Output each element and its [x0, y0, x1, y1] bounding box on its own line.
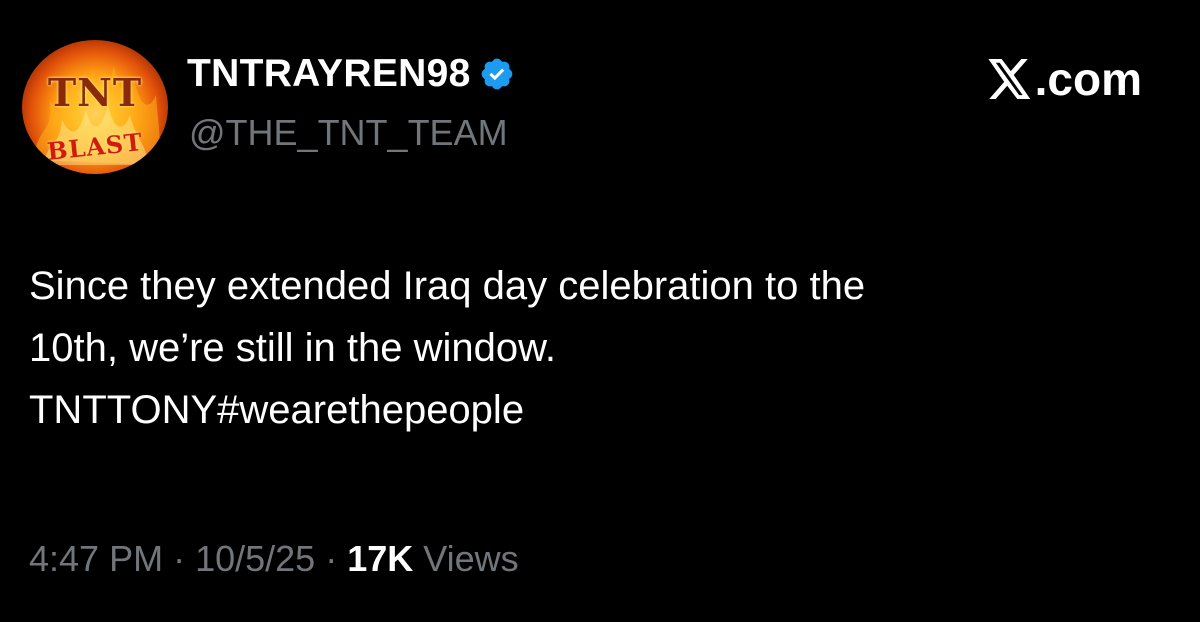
x-com-source[interactable]: .com — [988, 52, 1142, 106]
tweet-text-line: Since they extended Iraq day celebration… — [29, 264, 866, 308]
tweet-meta: 4:47 PM · 10/5/25 · 17K Views — [29, 538, 519, 580]
views-count[interactable]: 17K — [347, 538, 413, 579]
tweet-text: Since they extended Iraq day celebration… — [29, 255, 1169, 441]
avatar-top-text: TNT — [47, 70, 143, 115]
x-com-label: .com — [1034, 53, 1142, 105]
meta-separator: · — [163, 538, 196, 579]
x-logo-icon — [988, 59, 1030, 99]
tweet-text-line: TNTTONY#wearethepeople — [29, 388, 525, 432]
tweet-date[interactable]: 10/5/25 — [195, 538, 315, 579]
user-handle[interactable]: @THE_TNT_TEAM — [189, 112, 508, 154]
views-label: Views — [413, 538, 519, 579]
author-name-row: TNTRAYREN98 — [187, 52, 515, 96]
display-name[interactable]: TNTRAYREN98 — [187, 52, 471, 96]
tweet-card: TNT BLAST TNTRAYREN98 @THE_TNT_TEAM .com… — [0, 0, 1200, 622]
tweet-time[interactable]: 4:47 PM — [29, 538, 163, 579]
tweet-text-line: 10th, we’re still in the window. — [29, 326, 556, 370]
verified-badge-icon — [481, 58, 512, 90]
avatar[interactable]: TNT BLAST — [22, 40, 168, 174]
meta-separator: · — [315, 538, 348, 579]
